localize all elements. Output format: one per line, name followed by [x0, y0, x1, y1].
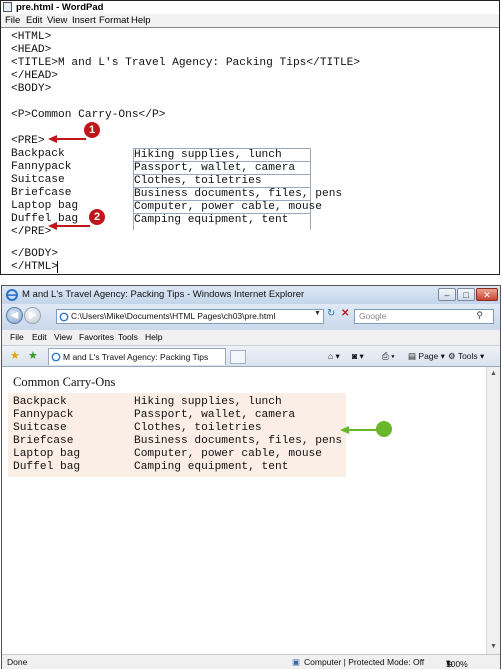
arrow-2 [48, 222, 90, 230]
pre-item: Briefcase [13, 435, 74, 447]
arrow-1 [48, 135, 86, 143]
pre-desc: Passport, wallet, camera [134, 409, 296, 421]
search-icon[interactable]: ⚲ [476, 310, 483, 321]
ie-menu-tools[interactable]: Tools [118, 332, 138, 342]
add-favorites-icon[interactable]: ★ [28, 349, 38, 362]
close-button[interactable]: ✕ [476, 288, 498, 301]
home-icon[interactable]: ⌂ ▾ [328, 351, 340, 362]
tab-page-icon [51, 352, 61, 362]
page-icon [59, 312, 69, 322]
green-callout-dot [376, 421, 392, 437]
ie-menu-favorites[interactable]: Favorites [79, 332, 114, 342]
feeds-icon[interactable]: ◙ ▾ [352, 351, 364, 362]
pre-item: Backpack [13, 396, 67, 408]
forward-button[interactable]: ▶ [24, 307, 41, 324]
computer-zone-icon: ▣ [292, 657, 301, 667]
page-menu-button[interactable]: ▤ Page ▾ [408, 351, 445, 362]
scroll-down-icon[interactable]: ▼ [490, 643, 497, 650]
ie-title: M and L's Travel Agency: Packing Tips - … [22, 289, 305, 300]
tab-active[interactable]: M and L's Travel Agency: Packing Tips [48, 348, 226, 365]
back-button[interactable]: ◀ [6, 307, 23, 324]
print-icon[interactable]: ⎙ ▾ [382, 351, 395, 362]
ie-menu-edit[interactable]: Edit [32, 332, 47, 342]
callout-1-badge: 1 [84, 122, 100, 138]
address-text: C:\Users\Mike\Documents\HTML Pages\ch03\… [71, 311, 276, 321]
callout-arrows [48, 135, 90, 230]
favorites-star-icon[interactable]: ★ [10, 349, 20, 362]
tools-gear-icon: ⚙ [448, 351, 458, 361]
pre-desc: Camping equipment, tent [134, 461, 289, 473]
ie-menubar: File Edit View Favorites Tools Help [2, 330, 500, 346]
pre-desc: Clothes, toiletries [134, 422, 262, 434]
pre-desc: Business documents, files, pens [134, 435, 343, 447]
scroll-up-icon[interactable]: ▲ [490, 370, 497, 377]
address-field[interactable]: C:\Users\Mike\Documents\HTML Pages\ch03\… [56, 309, 324, 324]
search-input[interactable]: Google ⚲ [354, 309, 494, 324]
ie-menu-file[interactable]: File [10, 332, 24, 342]
page-heading: Common Carry-Ons [13, 375, 116, 389]
refresh-icon[interactable]: ↻ [327, 308, 335, 319]
vertical-scrollbar[interactable]: ▲ ▼ [486, 367, 500, 654]
ie-titlebar[interactable]: M and L's Travel Agency: Packing Tips - … [2, 286, 500, 304]
pre-item: Laptop bag [13, 448, 81, 460]
address-dropdown-icon[interactable]: ▼ [314, 310, 321, 317]
ie-statusbar: Done ▣ Computer | Protected Mode: Off ⊕ 1… [2, 654, 500, 669]
ie-window: M and L's Travel Agency: Packing Tips - … [1, 285, 501, 669]
pre-item: Fannypack [13, 409, 74, 421]
tab-label: M and L's Travel Agency: Packing Tips [63, 352, 209, 362]
search-placeholder: Google [359, 311, 387, 321]
status-text: Done [7, 657, 28, 667]
ie-logo-icon [6, 289, 18, 301]
minimize-button[interactable]: – [438, 288, 456, 301]
ie-tab-row: ★ ★ M and L's Travel Agency: Packing Tip… [2, 346, 500, 367]
zone-text: Computer | Protected Mode: Off [304, 657, 425, 667]
pre-item: Suitcase [13, 422, 67, 434]
ie-content-area[interactable]: Common Carry-Ons Backpack Hiking supplie… [2, 367, 486, 654]
page-menu-label: Page [418, 351, 439, 361]
pre-item: Duffel bag [13, 461, 81, 473]
pre-desc: Computer, power cable, mouse [134, 448, 322, 460]
tools-menu-button[interactable]: ⚙ Tools ▾ [448, 351, 484, 362]
zoom-level[interactable]: ⊕ 100% ▾ [446, 657, 468, 669]
zoom-value: 100% [446, 659, 468, 669]
page-menu-icon: ▤ [408, 351, 419, 361]
callout-2-badge: 2 [89, 209, 105, 225]
new-tab-button[interactable] [230, 350, 246, 364]
maximize-button[interactable]: □ [457, 288, 475, 301]
pre-desc: Hiking supplies, lunch [134, 396, 282, 408]
ie-menu-view[interactable]: View [54, 332, 72, 342]
ie-address-bar-row: ◀ ▶ C:\Users\Mike\Documents\HTML Pages\c… [2, 304, 500, 330]
tools-menu-label: Tools [457, 351, 478, 361]
ie-menu-help[interactable]: Help [145, 332, 162, 342]
stop-icon[interactable]: ✕ [341, 308, 349, 319]
